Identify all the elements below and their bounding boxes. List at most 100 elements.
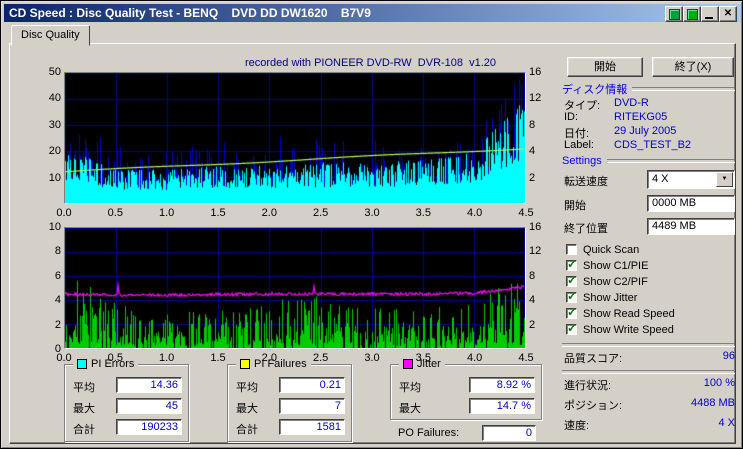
disc-info-label: Label: (564, 139, 594, 151)
axis-tick-label: 4.5 (518, 207, 534, 219)
axis-tick-label: 16 (529, 66, 542, 78)
axis-tick-label: 1.5 (210, 352, 226, 364)
disc-info-label: ID: (564, 111, 579, 123)
capture-button[interactable] (665, 6, 683, 22)
app-window: CD Speed : Disc Quality Test - BENQ DVD … (0, 0, 743, 449)
axis-tick-label: 2 (529, 318, 536, 331)
checkbox: ✓ (566, 321, 578, 335)
checkbox-quick-scan[interactable]: ✓ Quick Scan (566, 243, 639, 256)
axis-tick-label: 16 (529, 221, 542, 233)
tab-page: recorded with PIONEER DVD-RW DVR-108 v1.… (9, 43, 736, 444)
stat-label: 最大 (73, 403, 95, 415)
disc-icon (686, 8, 698, 20)
progress-value: 100 % (703, 377, 735, 389)
axis-tick-label: 12 (529, 245, 542, 258)
axis-tick-label: 0.0 (56, 352, 72, 364)
po-failures-label: PO Failures: (398, 427, 460, 439)
title-bar[interactable]: CD Speed : Disc Quality Test - BENQ DVD … (4, 4, 741, 22)
pi-errors-groupbox: PI Errors 平均 14.36 最大 45 合計 190233 (64, 358, 189, 442)
axis-tick-label: 10 (48, 171, 61, 184)
checkbox: ✓ (566, 257, 577, 271)
start-position-label: 開始 (564, 200, 586, 212)
chevron-down-icon[interactable]: ▼ (716, 172, 733, 187)
speed-row: 速度: 4 X (564, 417, 735, 433)
axis-tick-label: 6 (54, 269, 61, 282)
axis-tick-label: 1.0 (159, 352, 175, 364)
divider (562, 370, 735, 374)
check-icon: ✓ (567, 305, 578, 319)
end-position-field[interactable]: 4489 MB (647, 218, 735, 235)
stat-value: 14.7 % (469, 398, 535, 414)
disc-info-row: Label: CDS_TEST_B2 (564, 139, 735, 151)
stat-value: 14.36 (116, 377, 182, 393)
axis-tick-label: 0.5 (107, 207, 123, 219)
checkbox-show-read-speed[interactable]: ✓ Show Read Speed (566, 305, 675, 320)
disc-info-row: ID: RITEKG05 (564, 111, 735, 123)
pie-chart-plot (64, 72, 526, 204)
checkbox-show-write-speed[interactable]: ✓ Show Write Speed (566, 321, 674, 336)
pie-chart-canvas (65, 73, 525, 203)
axis-tick-label: 1.5 (210, 207, 226, 219)
axis-tick-label: 1.0 (159, 207, 175, 219)
disc-info-title: ディスク情報 (562, 84, 628, 96)
checkbox-show-jitter[interactable]: ✓ Show Jitter (566, 289, 637, 304)
settings-title: Settings (562, 155, 602, 167)
axis-tick-label: 2.5 (313, 352, 329, 364)
axis-tick-label: 0.0 (56, 207, 72, 219)
check-icon: ✓ (567, 289, 578, 303)
checkbox-label: Show C1/PIE (583, 259, 649, 272)
speed-label: 速度: (564, 420, 590, 432)
stat-label: 最大 (236, 403, 258, 415)
checkbox-show-c1-pie[interactable]: ✓ Show C1/PIE (566, 257, 649, 272)
stat-value: 1581 (279, 419, 345, 435)
axis-tick-label: 3.5 (415, 352, 431, 364)
quality-score-value: 96 (722, 350, 735, 362)
quality-score-row: 品質スコア: 96 (564, 350, 735, 366)
disc-info-header: ディスク情報 (562, 81, 735, 97)
close-button[interactable]: ✕ (719, 6, 737, 22)
stat-label: 平均 (399, 382, 421, 394)
save-button[interactable] (683, 6, 701, 22)
start-position-field[interactable]: 0000 MB (647, 195, 735, 212)
pi-errors-swatch (77, 359, 87, 369)
axis-tick-label: 12 (529, 92, 542, 105)
close-icon: ✕ (723, 8, 733, 19)
checkbox-label: Show Write Speed (583, 323, 674, 336)
progress-label: 進行状況: (564, 380, 612, 392)
checkbox-show-c2-pif[interactable]: ✓ Show C2/PIF (566, 273, 648, 288)
speed-select-label: 転送速度 (564, 176, 608, 188)
exit-button[interactable]: 終了(X) (652, 57, 734, 77)
header-divider (606, 159, 735, 163)
axis-tick-label: 8 (54, 245, 61, 258)
check-icon: ✓ (567, 321, 578, 335)
start-button[interactable]: 開始 (567, 57, 643, 77)
stat-label: 最大 (399, 403, 421, 415)
chart-icon (668, 8, 680, 20)
axis-tick-label: 4.5 (518, 352, 534, 364)
axis-tick-label: 8 (529, 118, 536, 131)
axis-tick-label: 40 (48, 92, 61, 105)
axis-tick-label: 4 (54, 294, 61, 307)
quality-score-label: 品質スコア: (564, 353, 623, 365)
axis-tick-label: 50 (48, 66, 61, 78)
stat-label: 合計 (73, 424, 95, 436)
speed-select[interactable]: 4 X ▼ (647, 170, 735, 189)
axis-tick-label: 3.0 (364, 352, 380, 364)
disc-info-value: RITEKG05 (614, 111, 668, 123)
minimize-icon (705, 17, 713, 19)
stat-value: 190233 (116, 419, 182, 435)
axis-tick-label: 30 (48, 118, 61, 131)
recorded-with-text: recorded with PIONEER DVD-RW DVR-108 v1.… (245, 57, 497, 69)
progress-row: 進行状況: 100 % (564, 377, 735, 393)
axis-tick-label: 4.0 (467, 207, 483, 219)
tab-disc-quality[interactable]: Disc Quality (11, 25, 90, 46)
po-failures-row: PO Failures: 0 (390, 425, 542, 441)
axis-tick-label: 3.5 (415, 207, 431, 219)
axis-tick-label: 2.0 (261, 207, 277, 219)
po-failures-value: 0 (482, 425, 536, 441)
axis-tick-label: 4 (529, 145, 536, 158)
window-title: CD Speed : Disc Quality Test - BENQ DVD … (9, 6, 371, 20)
minimize-button[interactable] (701, 6, 719, 22)
pif-jitter-chart-plot (64, 227, 526, 349)
pi-failures-swatch (240, 359, 250, 369)
